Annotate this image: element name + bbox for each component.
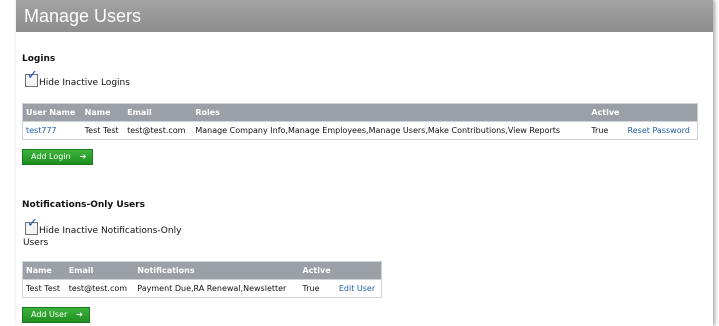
add-user-label: Add User	[31, 310, 68, 319]
edit-user-link[interactable]: Edit User	[339, 284, 375, 293]
hide-inactive-logins-label: Hide Inactive Logins	[39, 78, 130, 88]
column-header-email: Email	[124, 103, 193, 122]
arrow-right-icon: ➔	[79, 152, 87, 161]
logins-table: User Name Name Email Roles Active test77…	[22, 103, 698, 140]
add-user-button[interactable]: Add User ➔	[22, 307, 90, 323]
name-cell: Test Test	[22, 279, 66, 298]
column-header-action	[624, 103, 698, 122]
arrow-right-icon: ➔	[76, 310, 83, 319]
column-header-name: Name	[81, 103, 125, 122]
email-cell: test@test.com	[65, 279, 135, 298]
column-header-active: Active	[588, 103, 625, 122]
logins-section-title: Logins	[22, 54, 56, 64]
checkmark-icon: ✓	[27, 216, 38, 231]
hide-inactive-logins-row[interactable]: ✓ Hide Inactive Logins	[25, 69, 130, 89]
hide-inactive-logins-checkbox[interactable]: ✓	[25, 69, 38, 87]
notifications-cell: Payment Due,RA Renewal,Newsletter	[134, 279, 300, 298]
column-header-name: Name	[22, 261, 66, 280]
hide-inactive-notifications-label-line1: Hide Inactive Notifications-Only	[39, 226, 182, 236]
checkmark-icon: ✓	[27, 68, 38, 83]
notifications-table: Name Email Notifications Active Test Tes…	[22, 261, 382, 298]
notifications-section-title: Notifications-Only Users	[22, 200, 145, 210]
user-name-link[interactable]: test777	[26, 126, 57, 135]
hide-inactive-notifications-label-line2: Users	[23, 238, 49, 248]
page-title: Manage Users	[16, 0, 713, 32]
column-header-action	[335, 261, 382, 280]
roles-cell: Manage Company Info,Manage Employees,Man…	[192, 121, 589, 140]
column-header-user-name: User Name	[22, 103, 82, 122]
add-login-button[interactable]: Add Login ➔	[22, 149, 94, 165]
manage-users-panel: Manage Users Logins ✓ Hide Inactive Login…	[16, 0, 713, 326]
hide-inactive-notifications-checkbox[interactable]: ✓	[25, 217, 38, 235]
table-row: test777 Test Test test@test.com Manage C…	[22, 121, 698, 140]
active-cell: True	[588, 121, 625, 140]
logins-table-header: User Name Name Email Roles Active	[22, 103, 698, 122]
reset-password-link[interactable]: Reset Password	[628, 126, 690, 135]
active-cell: True	[299, 279, 336, 298]
column-header-roles: Roles	[192, 103, 589, 122]
column-header-active: Active	[299, 261, 336, 280]
table-row: Test Test test@test.com Payment Due,RA R…	[22, 279, 382, 298]
email-cell: test@test.com	[124, 121, 193, 140]
add-login-label: Add Login	[31, 152, 71, 161]
hide-inactive-notifications-row[interactable]: ✓ Hide Inactive Notifications-Only Users	[23, 217, 195, 249]
name-cell: Test Test	[81, 121, 125, 140]
notifications-table-header: Name Email Notifications Active	[22, 261, 382, 280]
column-header-notifications: Notifications	[134, 261, 300, 280]
column-header-email: Email	[65, 261, 135, 280]
